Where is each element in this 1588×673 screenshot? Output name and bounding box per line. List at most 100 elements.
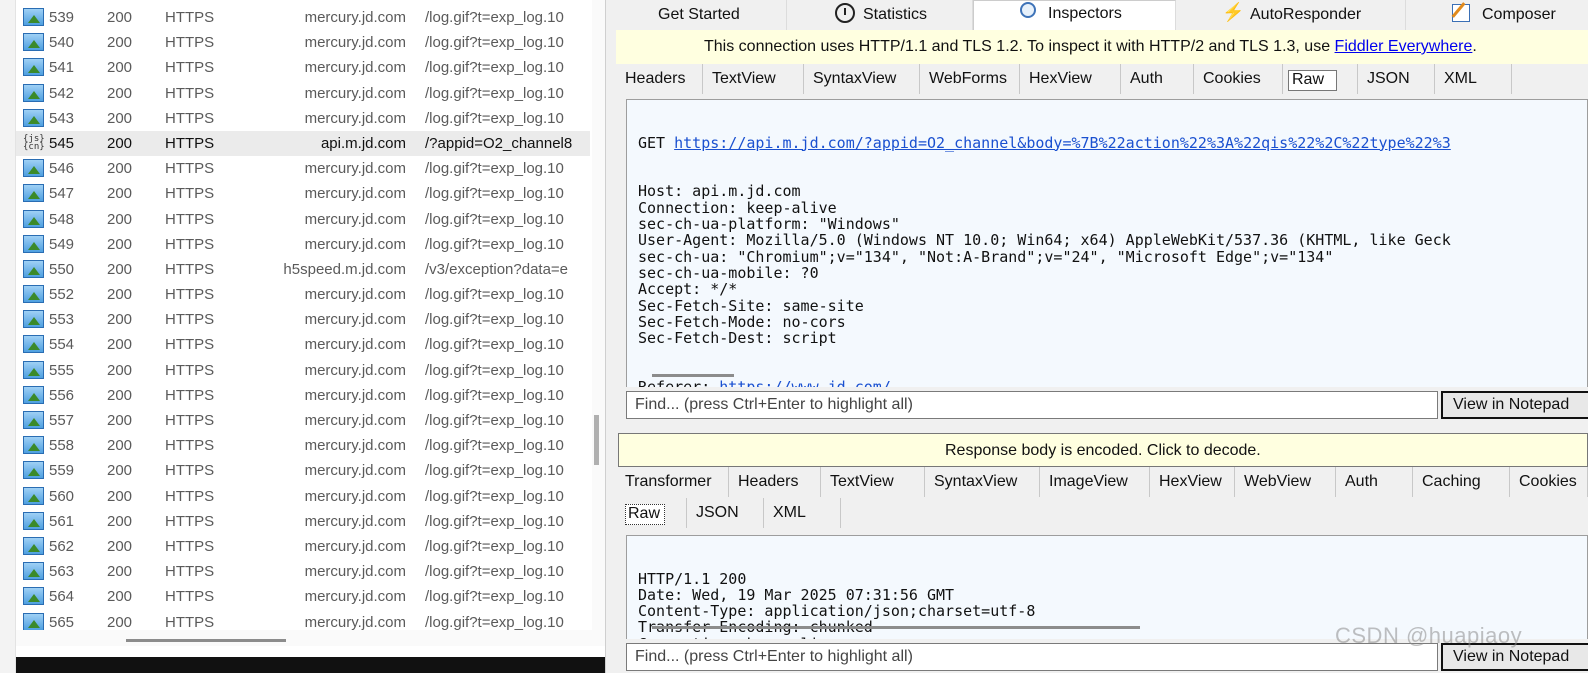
tab-auth[interactable]: Auth	[1121, 64, 1194, 94]
tab-label: Headers	[625, 70, 686, 87]
session-row[interactable]: 549 200 HTTPS mercury.jd.com/log.gif?t=exp_…	[16, 232, 590, 257]
tab-xml[interactable]: XML	[764, 498, 841, 528]
result-code: 200	[107, 462, 133, 480]
sessions-vertical-scrollbar[interactable]	[592, 0, 605, 640]
tab-label: SyntaxView	[813, 70, 897, 87]
tab-headers[interactable]: Headers	[729, 467, 821, 497]
session-row[interactable]: 554 200 HTTPS mercury.jd.com/log.gif?t=exp_…	[16, 332, 590, 357]
fiddler-everywhere-link[interactable]: Fiddler Everywhere	[1335, 38, 1473, 55]
sessions-list: 539 200 HTTPS mercury.jd.com/log.gif?t=exp_…	[16, 5, 590, 635]
tab-imageview[interactable]: ImageView	[1040, 467, 1150, 497]
tab-raw[interactable]: Raw	[616, 498, 687, 528]
tab-json[interactable]: JSON	[1358, 64, 1435, 94]
result-code: 200	[107, 537, 133, 555]
tab-headers[interactable]: Headers	[616, 64, 703, 94]
session-row[interactable]: 564 200 HTTPS mercury.jd.com/log.gif?t=exp_…	[16, 584, 590, 609]
protocol: HTTPS	[165, 437, 215, 455]
tab-get-started[interactable]: Get Started	[616, 0, 787, 30]
session-row[interactable]: 557 200 HTTPS mercury.jd.com/log.gif?t=exp_…	[16, 408, 590, 433]
tab-caching[interactable]: Caching	[1413, 467, 1510, 497]
result-code: 200	[107, 160, 133, 178]
session-row[interactable]: 542 200 HTTPS mercury.jd.com/log.gif?t=exp_…	[16, 81, 590, 106]
session-row[interactable]: 558 200 HTTPS mercury.jd.com/log.gif?t=exp_…	[16, 433, 590, 458]
request-view-in-notepad-button[interactable]: View in Notepad	[1441, 391, 1588, 419]
tab-webforms[interactable]: WebForms	[920, 64, 1020, 94]
session-number: 554	[49, 336, 75, 354]
host: mercury.jd.com	[304, 512, 406, 530]
tab-textview[interactable]: TextView	[821, 467, 925, 497]
image-icon	[23, 159, 44, 178]
session-row[interactable]: 552 200 HTTPS mercury.jd.com/log.gif?t=exp_…	[16, 282, 590, 307]
session-row[interactable]: 543 200 HTTPS mercury.jd.com/log.gif?t=exp_…	[16, 106, 590, 131]
session-row[interactable]: 540 200 HTTPS mercury.jd.com/log.gif?t=exp_…	[16, 30, 590, 55]
scroll-thumb[interactable]	[594, 415, 599, 465]
lightning-icon: ⚡	[1222, 2, 1245, 22]
image-icon	[23, 310, 44, 329]
tab-textview[interactable]: TextView	[703, 64, 804, 94]
session-row[interactable]: 553 200 HTTPS mercury.jd.com/log.gif?t=exp_…	[16, 307, 590, 332]
host: mercury.jd.com	[304, 235, 406, 253]
response-find-input[interactable]: Find... (press Ctrl+Enter to highlight a…	[626, 643, 1438, 671]
scroll-thumb[interactable]	[126, 639, 286, 642]
session-row[interactable]: 555 200 HTTPS mercury.jd.com/log.gif?t=exp_…	[16, 358, 590, 383]
tab-webview[interactable]: WebView	[1235, 467, 1336, 497]
request-raw-view[interactable]: GET https://api.m.jd.com/?appid=O2_chann…	[626, 99, 1588, 388]
notice-tail: .	[1472, 38, 1477, 55]
session-row[interactable]: 560 200 HTTPS mercury.jd.com/log.gif?t=exp_…	[16, 484, 590, 509]
tab-syntaxview[interactable]: SyntaxView	[925, 467, 1040, 497]
tab-hexview[interactable]: HexView	[1020, 64, 1121, 94]
session-row[interactable]: 559 200 HTTPS mercury.jd.com/log.gif?t=exp_…	[16, 458, 590, 483]
session-row[interactable]: 562 200 HTTPS mercury.jd.com/log.gif?t=exp_…	[16, 534, 590, 559]
session-row[interactable]: 556 200 HTTPS mercury.jd.com/log.gif?t=exp_…	[16, 383, 590, 408]
tab-autoresponder[interactable]: ⚡ AutoResponder	[1176, 0, 1406, 30]
response-hscroll-thumb[interactable]	[652, 626, 1140, 629]
session-row[interactable]: 547 200 HTTPS mercury.jd.com/log.gif?t=exp_…	[16, 181, 590, 206]
session-row[interactable]: 548 200 HTTPS mercury.jd.com/log.gif?t=exp_…	[16, 207, 590, 232]
url: /log.gif?t=exp_log.10	[425, 185, 564, 203]
session-number: 540	[49, 34, 75, 52]
response-decode-banner[interactable]: Response body is encoded. Click to decod…	[618, 433, 1588, 467]
host: mercury.jd.com	[304, 9, 406, 26]
quickexec-bar[interactable]	[16, 657, 605, 673]
tab-cookies[interactable]: Cookies	[1510, 467, 1588, 497]
request-find-input[interactable]: Find... (press Ctrl+Enter to highlight a…	[626, 391, 1438, 419]
host: mercury.jd.com	[304, 613, 406, 631]
session-row[interactable]: 539 200 HTTPS mercury.jd.com/log.gif?t=exp_…	[16, 5, 590, 30]
request-header-line: Connection: keep-alive	[638, 198, 837, 217]
tab-cookies[interactable]: Cookies	[1194, 64, 1283, 94]
request-url-link[interactable]: https://api.m.jd.com/?appid=O2_channel&b…	[674, 134, 1451, 152]
tab-syntaxview[interactable]: SyntaxView	[804, 64, 920, 94]
session-row[interactable]: 561 200 HTTPS mercury.jd.com/log.gif?t=exp_…	[16, 509, 590, 534]
url: /v3/exception?data=e	[425, 260, 569, 278]
tab-transformer[interactable]: Transformer	[616, 467, 729, 497]
tab-json[interactable]: JSON	[687, 498, 764, 528]
session-row[interactable]: 550 200 HTTPS h5speed.m.jd.com/v3/exception…	[16, 257, 590, 282]
tab-raw[interactable]: Raw	[1283, 64, 1358, 94]
session-row[interactable]: 541 200 HTTPS mercury.jd.com/log.gif?t=exp_…	[16, 55, 590, 80]
tab-hexview[interactable]: HexView	[1150, 467, 1235, 497]
request-find-bar: Find... (press Ctrl+Enter to highlight a…	[616, 387, 1588, 421]
tab-statistics[interactable]: Statistics	[787, 0, 973, 30]
magnifier-icon	[1020, 2, 1040, 22]
main-tabs: Get Started Statistics Inspectors ⚡ Auto…	[616, 0, 1588, 31]
tab-auth[interactable]: Auth	[1336, 467, 1413, 497]
host: mercury.jd.com	[304, 210, 406, 228]
host: api.m.jd.com	[320, 134, 406, 152]
session-number: 556	[49, 386, 75, 404]
request-hscroll-thumb[interactable]	[652, 374, 734, 377]
session-row[interactable]: 563 200 HTTPS mercury.jd.com/log.gif?t=exp_…	[16, 559, 590, 584]
pane-splitter[interactable]	[606, 0, 616, 673]
session-row[interactable]: {js} {cn} 545 200 HTTPS api.m.jd.com /?appid=O…	[16, 130, 590, 157]
host: mercury.jd.com	[304, 185, 406, 203]
url: /log.gif?t=exp_log.10	[425, 109, 564, 127]
protocol: HTTPS	[165, 134, 215, 152]
result-code: 200	[107, 311, 133, 329]
tab-composer[interactable]: Composer	[1406, 0, 1588, 30]
sessions-horizontal-scrollbar[interactable]	[16, 630, 605, 646]
session-row[interactable]: 546 200 HTTPS mercury.jd.com/log.gif?t=exp_…	[16, 156, 590, 181]
tab-inspectors[interactable]: Inspectors	[973, 0, 1176, 31]
tls-notice: This connection uses HTTP/1.1 and TLS 1.…	[616, 30, 1588, 65]
session-number: 545	[49, 134, 75, 152]
url: /log.gif?t=exp_log.10	[425, 210, 564, 228]
tab-xml[interactable]: XML	[1435, 64, 1512, 94]
